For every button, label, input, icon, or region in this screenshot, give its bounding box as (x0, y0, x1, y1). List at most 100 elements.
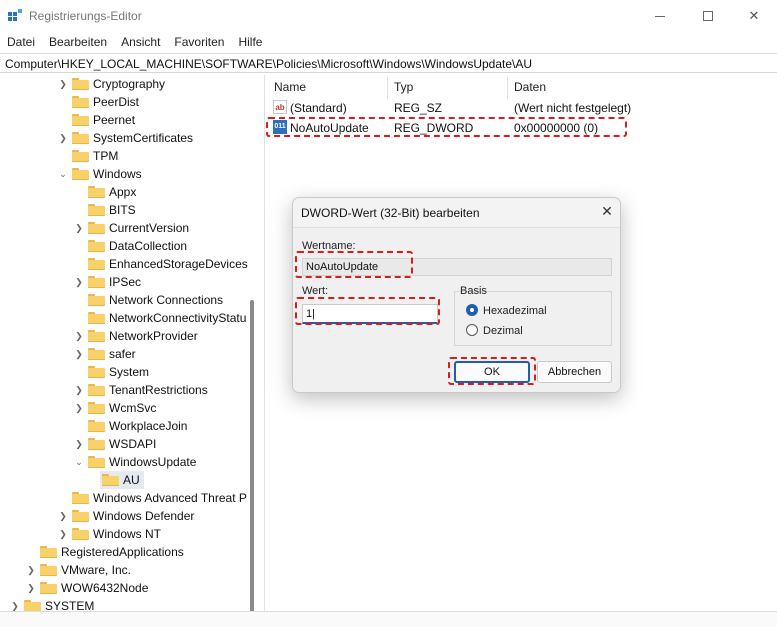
tree-item-selected[interactable]: AU (100, 471, 144, 489)
folder-icon (40, 582, 57, 594)
value-data-label: Wert: (302, 285, 329, 297)
cancel-button[interactable]: Abbrechen (537, 361, 612, 383)
tree-item[interactable]: BITS (74, 201, 136, 219)
tree-item[interactable]: ❯ Windows Defender (58, 507, 194, 525)
folder-icon (40, 564, 57, 576)
value-row[interactable]: ab (Standard) REG_SZ (Wert nicht festgel… (268, 99, 638, 117)
folder-icon (88, 276, 105, 288)
column-header-type[interactable]: Typ (394, 80, 413, 94)
chevron-right-icon[interactable]: ❯ (74, 385, 84, 396)
column-divider[interactable] (387, 77, 388, 99)
chevron-right-icon[interactable]: ❯ (26, 583, 36, 594)
tree-item[interactable]: Network Connections (74, 291, 223, 309)
tree-item[interactable]: PeerDist (58, 93, 139, 111)
chevron-down-icon[interactable]: ⌄ (74, 457, 84, 468)
tree-item[interactable]: Peernet (58, 111, 135, 129)
radio-decimal-label[interactable]: Dezimal (483, 325, 523, 337)
folder-icon (72, 492, 89, 504)
value-field-annotation (295, 297, 440, 325)
chevron-right-icon[interactable]: ❯ (58, 511, 68, 522)
address-bar[interactable]: Computer\HKEY_LOCAL_MACHINE\SOFTWARE\Pol… (0, 53, 777, 73)
tree-item[interactable]: ❯ CurrentVersion (74, 219, 189, 237)
menu-datei[interactable]: Datei (0, 32, 42, 52)
row-highlight-annotation (266, 117, 627, 137)
dialog-close-icon[interactable]: ✕ (598, 202, 616, 220)
minimize-icon (655, 15, 665, 17)
chevron-right-icon[interactable]: ❯ (74, 439, 84, 450)
folder-icon (88, 258, 105, 270)
basis-label: Basis (460, 285, 487, 297)
folder-icon (72, 168, 89, 180)
chevron-right-icon[interactable]: ❯ (58, 133, 68, 144)
name-field-annotation (295, 251, 413, 278)
maximize-button[interactable] (685, 0, 731, 32)
folder-icon (88, 204, 105, 216)
chevron-right-icon[interactable]: ❯ (74, 349, 84, 360)
folder-icon (72, 114, 89, 126)
chevron-right-icon[interactable]: ❯ (10, 601, 20, 612)
tree-item[interactable]: ❯ WSDAPI (74, 435, 156, 453)
radio-hexadecimal-label[interactable]: Hexadezimal (483, 305, 547, 317)
folder-icon (88, 438, 105, 450)
tree-item[interactable]: RegisteredApplications (26, 543, 184, 561)
folder-icon (88, 420, 105, 432)
folder-icon (88, 312, 105, 324)
tree-item[interactable]: WorkplaceJoin (74, 417, 187, 435)
menu-ansicht[interactable]: Ansicht (114, 32, 167, 52)
value-data: (Wert nicht festgelegt) (514, 101, 632, 115)
tree-item[interactable]: System (74, 363, 149, 381)
column-divider[interactable] (507, 77, 508, 99)
folder-icon (88, 240, 105, 252)
chevron-right-icon[interactable]: ❯ (74, 403, 84, 414)
close-icon: ✕ (748, 8, 760, 23)
chevron-right-icon[interactable]: ❯ (58, 529, 68, 540)
tree-item[interactable]: ❯ WcmSvc (74, 399, 156, 417)
chevron-right-icon[interactable]: ❯ (58, 79, 68, 90)
tree-item[interactable]: Windows Advanced Threat P (58, 489, 247, 507)
tree-item[interactable]: EnhancedStorageDevices (74, 255, 248, 273)
chevron-right-icon[interactable]: ❯ (74, 277, 84, 288)
tree-scrollbar[interactable] (250, 300, 254, 611)
chevron-right-icon[interactable]: ❯ (74, 331, 84, 342)
tree-item[interactable]: ❯ Cryptography (58, 75, 165, 93)
folder-icon (88, 222, 105, 234)
registry-editor-icon (8, 9, 22, 21)
column-header-name[interactable]: Name (274, 80, 306, 94)
folder-icon (72, 96, 89, 108)
menu-bearbeiten[interactable]: Bearbeiten (42, 32, 114, 52)
tree-item[interactable]: ❯ safer (74, 345, 135, 363)
title-bar: Registrierungs-Editor ✕ (0, 0, 777, 32)
status-bar (0, 611, 777, 627)
menu-hilfe[interactable]: Hilfe (231, 32, 269, 52)
chevron-right-icon[interactable]: ❯ (26, 565, 36, 576)
tree-item[interactable]: ❯ IPSec (74, 273, 141, 291)
tree-item[interactable]: ❯ NetworkProvider (74, 327, 197, 345)
column-header-data[interactable]: Daten (514, 80, 546, 94)
tree-item[interactable]: ❯ SYSTEM (10, 597, 94, 611)
dialog-title: DWORD-Wert (32-Bit) bearbeiten (301, 206, 480, 220)
radio-hexadecimal[interactable] (466, 304, 478, 316)
tree-item[interactable]: Appx (74, 183, 136, 201)
tree-item[interactable]: ❯ SystemCertificates (58, 129, 193, 147)
folder-icon (40, 546, 57, 558)
tree-item[interactable]: ⌄ Windows (58, 165, 141, 183)
folder-icon (88, 348, 105, 360)
chevron-right-icon[interactable]: ❯ (74, 223, 84, 234)
tree-item[interactable]: NetworkConnectivityStatu (74, 309, 246, 327)
pane-splitter[interactable] (264, 75, 265, 611)
basis-group (454, 291, 612, 346)
tree-item[interactable]: ❯ WOW6432Node (26, 579, 148, 597)
tree-item[interactable]: ❯ Windows NT (58, 525, 161, 543)
maximize-icon (703, 11, 713, 21)
address-path: Computer\HKEY_LOCAL_MACHINE\SOFTWARE\Pol… (5, 57, 533, 71)
tree-item[interactable]: ❯ VMware, Inc. (26, 561, 131, 579)
close-button[interactable]: ✕ (731, 0, 777, 32)
menu-favoriten[interactable]: Favoriten (167, 32, 231, 52)
tree-item[interactable]: ⌄ WindowsUpdate (74, 453, 196, 471)
minimize-button[interactable] (637, 0, 683, 32)
tree-item[interactable]: TPM (58, 147, 118, 165)
tree-item[interactable]: ❯ TenantRestrictions (74, 381, 208, 399)
radio-decimal[interactable] (466, 324, 478, 336)
chevron-down-icon[interactable]: ⌄ (58, 169, 68, 180)
tree-item[interactable]: DataCollection (74, 237, 187, 255)
